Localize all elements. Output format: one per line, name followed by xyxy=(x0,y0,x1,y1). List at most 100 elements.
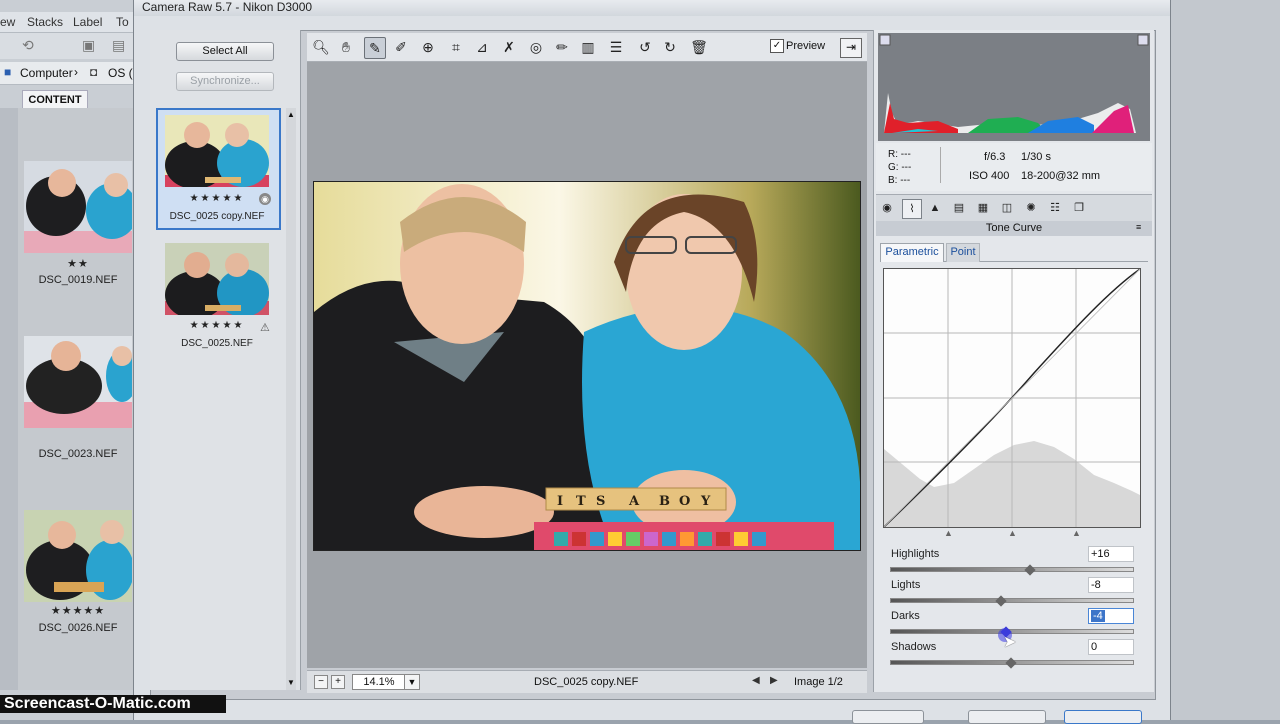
next-image-icon[interactable]: ▶ xyxy=(770,675,778,686)
chevron-down-icon[interactable]: ▼ xyxy=(404,674,420,690)
fullscreen-toggle-icon[interactable]: ⇥ xyxy=(840,38,862,58)
bridge-thumb-label: DSC_0026.NEF xyxy=(38,622,118,634)
highlight-clip-warning-icon[interactable] xyxy=(1137,34,1149,46)
readout-divider xyxy=(940,147,941,183)
split-handle-left-icon[interactable]: ▲ xyxy=(944,528,953,538)
basic-tab-icon[interactable]: ◉ xyxy=(878,199,896,217)
lens-corrections-tab-icon[interactable]: ◫ xyxy=(998,199,1016,217)
presets-tab-icon[interactable]: ❐ xyxy=(1070,199,1088,217)
svg-text:B: B xyxy=(659,494,670,509)
filmstrip-thumb-dsc0025-copy[interactable] xyxy=(165,115,269,187)
panel-tabs: ◉ ⌇ ▲ ▤ ▦ ◫ ✺ ☷ ❐ xyxy=(876,194,1152,222)
bridge-right-panel xyxy=(1168,0,1280,720)
section-title: Tone Curve xyxy=(876,221,1152,236)
rgb-readout: R: --- G: --- B: --- f/6.3 1/30 s ISO 40… xyxy=(876,143,1152,191)
select-all-button[interactable]: Select All xyxy=(176,42,274,61)
filmstrip-label: DSC_0025.NEF xyxy=(181,338,253,349)
effects-tab-icon[interactable]: ✺ xyxy=(1022,199,1040,217)
previous-image-icon[interactable]: ◀ xyxy=(752,675,760,686)
bridge-left-scrollbar[interactable] xyxy=(0,108,18,690)
trash-icon[interactable]: 🗑︎ xyxy=(689,37,709,57)
open-image-button[interactable] xyxy=(968,710,1046,724)
preferences-icon[interactable]: ☰ xyxy=(606,37,626,57)
refine-icon[interactable]: ▤ xyxy=(112,37,125,54)
shadow-clip-warning-icon[interactable] xyxy=(879,34,891,46)
highlights-slider[interactable] xyxy=(890,567,1134,572)
spot-removal-icon[interactable]: ✗ xyxy=(499,37,519,57)
zoom-in-button[interactable]: + xyxy=(331,675,345,689)
crop-icon[interactable]: ⌗ xyxy=(446,37,466,57)
zoom-level-field[interactable]: 14.1% xyxy=(352,674,406,690)
image-counter: Image 1/2 xyxy=(794,676,843,688)
zoom-icon[interactable]: 🔍︎ xyxy=(311,37,331,57)
window-title: Camera Raw 5.7 - Nikon D3000 xyxy=(142,0,313,14)
tab-parametric[interactable]: Parametric xyxy=(880,243,944,262)
preview-checkbox[interactable]: ✓ xyxy=(770,39,784,53)
scroll-up-icon[interactable]: ▲ xyxy=(287,110,295,119)
hsl-tab-icon[interactable]: ▤ xyxy=(950,199,968,217)
straighten-icon[interactable]: ⊿ xyxy=(472,37,492,57)
window-titlebar: Camera Raw 5.7 - Nikon D3000 xyxy=(134,0,1170,16)
svg-text:I: I xyxy=(557,494,563,509)
svg-text:Y: Y xyxy=(700,494,711,509)
bridge-menu-label[interactable]: Label xyxy=(73,15,102,29)
slider-label-highlights: Highlights xyxy=(891,548,940,560)
photo-preview[interactable]: ITS A BOY xyxy=(313,181,861,551)
split-handle-middle-icon[interactable]: ▲ xyxy=(1008,528,1017,538)
done-button[interactable] xyxy=(1064,710,1142,724)
bridge-menu-stacks[interactable]: Stacks xyxy=(27,15,63,29)
bridge-menu-tools[interactable]: To xyxy=(116,15,129,29)
red-eye-icon[interactable]: ◎ xyxy=(526,37,546,57)
bridge-menu-view[interactable]: ew xyxy=(0,15,15,29)
readout-aperture: f/6.3 xyxy=(984,151,1006,163)
bridge-thumb-dsc0026[interactable] xyxy=(24,510,132,602)
filmstrip-stars[interactable]: ★★★★★ xyxy=(157,320,277,331)
camera-calibration-tab-icon[interactable]: ☷ xyxy=(1046,199,1064,217)
filmstrip-thumb-dsc0025[interactable] xyxy=(165,243,269,315)
synchronize-button[interactable]: Synchronize... xyxy=(176,72,274,91)
darks-value-text: -4 xyxy=(1091,610,1105,622)
readout-iso: ISO 400 xyxy=(969,170,1010,182)
readout-lens: 18-200@32 mm xyxy=(1021,170,1101,182)
darks-value[interactable]: -4 xyxy=(1088,608,1134,624)
mouse-cursor-icon: ➤ xyxy=(1003,634,1017,651)
lights-value[interactable]: -8 xyxy=(1088,577,1134,593)
bridge-path-bar: ■ Computer › ◘ OS ( xyxy=(0,62,135,85)
watermark: Screencast-O-Matic.com xyxy=(0,695,226,713)
boomerang-icon[interactable]: ⟲ xyxy=(22,37,34,54)
path-drive[interactable]: OS ( xyxy=(108,66,133,80)
bridge-thumb-label: DSC_0019.NEF xyxy=(38,274,118,286)
detail-tab-icon[interactable]: ▲ xyxy=(926,199,944,217)
readout-r: R: --- xyxy=(888,149,911,160)
split-toning-tab-icon[interactable]: ▦ xyxy=(974,199,992,217)
adjustment-brush-icon[interactable]: ✏ xyxy=(552,37,572,57)
bridge-toolbar: ⟲ ▣ ▤ xyxy=(0,33,135,59)
scroll-down-icon[interactable]: ▼ xyxy=(287,678,295,687)
content-tab[interactable]: CONTENT xyxy=(22,90,88,110)
bridge-thumb-dsc0019[interactable] xyxy=(24,161,132,253)
highlights-value[interactable]: +16 xyxy=(1088,546,1134,562)
tab-point[interactable]: Point xyxy=(946,243,980,262)
zoom-out-button[interactable]: − xyxy=(314,675,328,689)
graduated-filter-icon[interactable]: ▥ xyxy=(578,37,598,57)
preview-label: Preview xyxy=(786,40,826,52)
status-filename: DSC_0025 copy.NEF xyxy=(534,676,639,688)
target-adjust-icon[interactable]: ⊕ xyxy=(418,37,438,57)
lights-slider[interactable] xyxy=(890,598,1134,603)
filmstrip-scrollbar[interactable]: ▲ ▼ xyxy=(286,108,296,690)
tone-curve-graph[interactable] xyxy=(883,268,1141,528)
filmstrip-label: DSC_0025 copy.NEF xyxy=(169,211,265,222)
color-sampler-icon[interactable]: ✐ xyxy=(391,37,411,57)
rotate-left-icon[interactable]: ↺ xyxy=(635,37,655,57)
split-handle-right-icon[interactable]: ▲ xyxy=(1072,528,1081,538)
tone-curve-tab-icon[interactable]: ⌇ xyxy=(902,199,922,219)
camera-icon[interactable]: ▣ xyxy=(82,37,95,54)
rotate-right-icon[interactable]: ↻ xyxy=(660,37,680,57)
panel-menu-icon[interactable]: ≡ xyxy=(1136,222,1141,232)
save-image-button[interactable] xyxy=(852,710,924,724)
bridge-thumb-dsc0023[interactable] xyxy=(24,336,132,428)
white-balance-icon[interactable]: ✎ xyxy=(364,37,386,59)
path-computer[interactable]: Computer xyxy=(20,66,73,80)
hand-icon[interactable]: ✋︎ xyxy=(336,37,356,57)
shadows-value[interactable]: 0 xyxy=(1088,639,1134,655)
